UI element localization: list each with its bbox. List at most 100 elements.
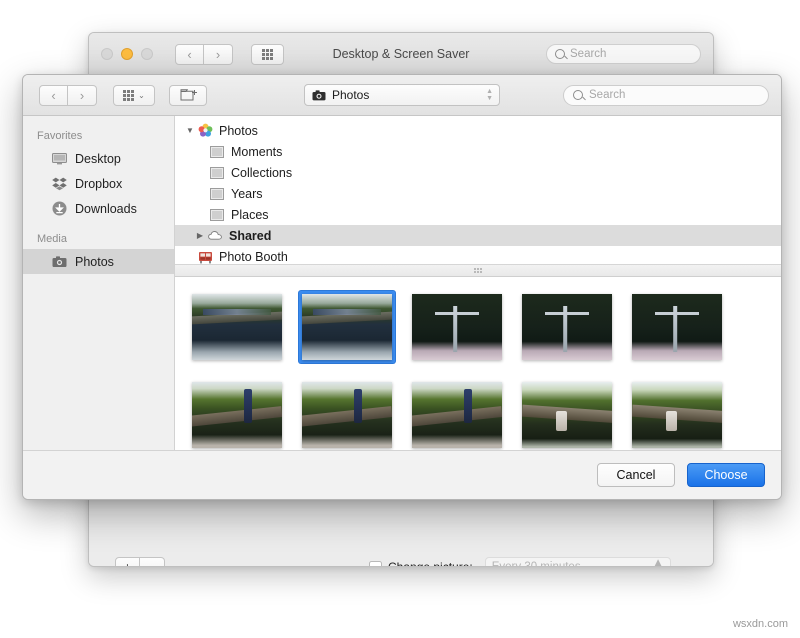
search-icon <box>555 49 565 59</box>
sidebar-header-favorites: Favorites <box>23 126 174 146</box>
photo-image <box>632 382 722 448</box>
prefs-search-placeholder: Search <box>570 48 606 60</box>
view-mode-button[interactable]: ⌄ <box>113 85 155 106</box>
prefs-forward-button[interactable]: › <box>204 44 233 65</box>
change-picture-interval-popup[interactable]: Every 30 minutes ▲▼ <box>485 557 671 567</box>
dialog-back-button[interactable]: ‹ <box>39 85 68 106</box>
photo-thumbnail[interactable] <box>299 379 395 450</box>
photo-thumbnail[interactable] <box>189 379 285 450</box>
photo-image <box>302 294 392 360</box>
desktop-icon <box>51 151 67 167</box>
photo-thumbnail[interactable] <box>409 379 505 450</box>
sidebar-item-label: Photos <box>75 255 114 269</box>
photo-thumbnail[interactable] <box>519 291 615 363</box>
prefs-titlebar: ‹ › Desktop & Screen Saver Search <box>89 33 713 76</box>
choose-button[interactable]: Choose <box>687 463 765 487</box>
photo-image <box>632 294 722 360</box>
photo-thumbnail[interactable] <box>189 291 285 363</box>
dropbox-icon <box>51 176 67 192</box>
photo-thumbnail[interactable] <box>629 379 725 450</box>
disclosure-triangle-icon[interactable]: ▶ <box>193 231 207 240</box>
photo-image <box>522 294 612 360</box>
tree-row-photos[interactable]: ▼ Photos <box>175 120 781 141</box>
search-icon <box>573 90 583 100</box>
photo-image <box>522 382 612 448</box>
tree-row-places[interactable]: Places <box>175 204 781 225</box>
watermark: wsxdn.com <box>733 618 788 630</box>
dialog-toolbar: ‹ › ⌄ Photos ▲▼ <box>23 75 781 116</box>
photo-grid <box>175 277 781 450</box>
tree-row-moments[interactable]: Moments <box>175 141 781 162</box>
photo-thumbnail[interactable] <box>409 291 505 363</box>
tree-row-years[interactable]: Years <box>175 183 781 204</box>
tree-row-label: Shared <box>229 229 271 243</box>
tree-row-label: Moments <box>231 145 282 159</box>
add-folder-button[interactable]: + <box>115 557 140 567</box>
tree-row-label: Collections <box>231 166 292 180</box>
photo-booth-icon <box>197 249 213 265</box>
album-icon <box>209 207 225 223</box>
resize-grip-icon <box>474 268 483 273</box>
location-popup-label: Photos <box>332 88 369 102</box>
dialog-sidebar: Favorites Desktop <box>23 116 175 450</box>
add-remove-buttons: + − <box>115 557 165 567</box>
disclosure-triangle-icon[interactable]: ▼ <box>183 126 197 135</box>
chevron-down-icon: ⌄ <box>138 91 145 100</box>
sidebar-item-downloads[interactable]: Downloads <box>23 196 174 221</box>
new-folder-button[interactable] <box>169 85 207 106</box>
photo-thumbnail[interactable] <box>519 379 615 450</box>
photos-camera-icon <box>51 254 67 270</box>
camera-icon <box>312 90 326 101</box>
photo-image <box>192 294 282 360</box>
chevron-updown-icon: ▲▼ <box>486 89 493 101</box>
sidebar-item-desktop[interactable]: Desktop <box>23 146 174 171</box>
prefs-back-button[interactable]: ‹ <box>175 44 204 65</box>
cancel-button[interactable]: Cancel <box>597 463 675 487</box>
change-picture-checkbox[interactable] <box>369 561 382 568</box>
tree-row-collections[interactable]: Collections <box>175 162 781 183</box>
prefs-controls: + − Change picture: Every 30 minutes ▲▼ … <box>89 501 713 566</box>
sidebar-item-dropbox[interactable]: Dropbox <box>23 171 174 196</box>
tree-row-photo-booth[interactable]: Photo Booth <box>175 246 781 264</box>
close-button[interactable] <box>101 48 113 60</box>
tree-row-label: Places <box>231 208 269 222</box>
photo-thumbnail-selected[interactable] <box>299 291 395 363</box>
dialog-right-pane: ▼ Photos <box>175 116 781 450</box>
photo-image <box>192 382 282 448</box>
photo-image <box>302 382 392 448</box>
dialog-search-field[interactable]: Search <box>563 85 769 106</box>
cloud-icon <box>207 228 223 244</box>
prefs-nav-buttons: ‹ › <box>175 44 233 65</box>
tree-row-label: Photos <box>219 124 258 138</box>
show-all-preferences-button[interactable] <box>251 44 284 65</box>
zoom-button[interactable] <box>141 48 153 60</box>
change-picture-row: Change picture: Every 30 minutes ▲▼ <box>369 557 671 567</box>
sidebar-item-label: Downloads <box>75 202 137 216</box>
dialog-main: Favorites Desktop <box>23 116 781 450</box>
traffic-lights <box>101 48 153 60</box>
sidebar-item-label: Dropbox <box>75 177 122 191</box>
sidebar-header-media: Media <box>23 229 174 249</box>
photo-thumbnail[interactable] <box>629 291 725 363</box>
prefs-search-field[interactable]: Search <box>546 44 701 64</box>
photos-app-icon <box>197 123 213 139</box>
location-popup-button[interactable]: Photos ▲▼ <box>304 84 500 106</box>
all-preferences-grid-icon <box>262 49 273 60</box>
file-chooser-dialog: ‹ › ⌄ Photos ▲▼ <box>22 74 782 500</box>
dialog-footer: Cancel Choose <box>23 450 781 499</box>
album-icon <box>209 186 225 202</box>
change-picture-interval-value: Every 30 minutes <box>492 561 581 567</box>
photo-image <box>412 382 502 448</box>
sidebar-item-photos[interactable]: Photos <box>23 249 174 274</box>
album-icon <box>209 144 225 160</box>
downloads-icon <box>51 201 67 217</box>
split-view-divider[interactable] <box>175 264 781 277</box>
icon-view-grid-icon <box>123 90 134 101</box>
change-picture-label: Change picture: <box>388 560 473 567</box>
minimize-button[interactable] <box>121 48 133 60</box>
dialog-forward-button[interactable]: › <box>68 85 97 106</box>
remove-folder-button[interactable]: − <box>140 557 165 567</box>
tree-row-label: Years <box>231 187 263 201</box>
sidebar-item-label: Desktop <box>75 152 121 166</box>
tree-row-shared[interactable]: ▶ Shared <box>175 225 781 246</box>
